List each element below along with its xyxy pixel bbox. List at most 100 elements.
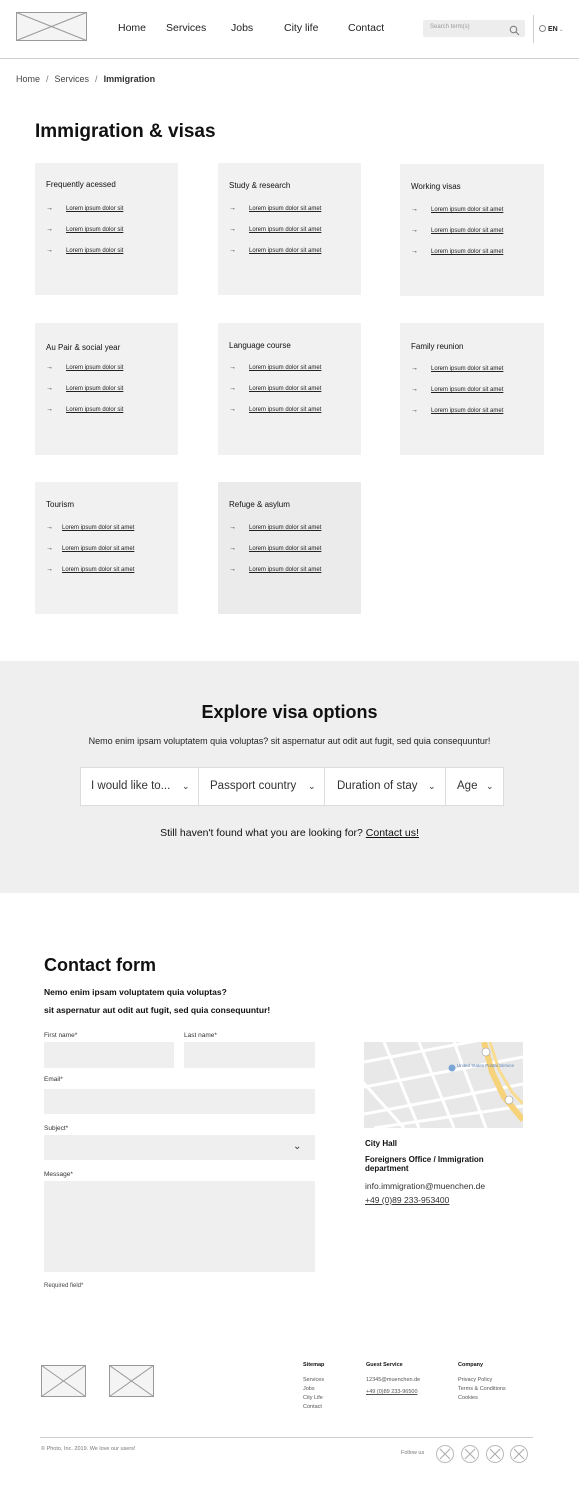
social-icon[interactable]	[461, 1445, 479, 1463]
card-family-reunion: Family reunion → Lorem ipsum dolor sit am…	[400, 323, 544, 455]
nav-contact[interactable]: Contact	[348, 22, 384, 34]
intent-select[interactable]: I would like to... ⌄	[81, 768, 199, 805]
chevron-down-icon: ⌄	[308, 781, 316, 791]
footer-guest-title: Guest Service	[366, 1362, 403, 1368]
card-link[interactable]: → Lorem ipsum dolor sit amet	[46, 524, 134, 531]
card-link[interactable]: → Lorem ipsum dolor sit amet	[411, 365, 503, 372]
footer-sitemap: Sitemap Services Jobs City Life Contact	[303, 1362, 324, 1412]
footer-link[interactable]: Privacy Policy	[458, 1376, 506, 1385]
nav-home[interactable]: Home	[118, 22, 146, 34]
card-link[interactable]: → Lorem ipsum dolor sit amet	[229, 545, 321, 552]
card-link[interactable]: → Lorem ipsum dolor sit amet	[46, 545, 134, 552]
follow-us-label: Follow us	[401, 1450, 425, 1456]
card-link[interactable]: → Lorem ipsum dolor sit amet	[229, 205, 321, 212]
not-found-text: Still haven't found what you are looking…	[160, 827, 419, 839]
card-link[interactable]: → Lorem ipsum dolor sit amet	[229, 524, 321, 531]
arrow-right-icon: →	[46, 385, 53, 392]
email-field[interactable]	[44, 1089, 315, 1114]
search-input[interactable]: Search term(s)	[423, 20, 525, 37]
footer-link[interactable]: Cookies	[458, 1394, 506, 1403]
footer-link[interactable]: City Life	[303, 1394, 324, 1403]
card-link[interactable]: → Lorem ipsum dolor sit amet	[229, 226, 321, 233]
arrow-right-icon: →	[46, 247, 53, 254]
arrow-right-icon: →	[411, 365, 418, 372]
language-switcher[interactable]: EN⌄	[539, 25, 564, 33]
card-link[interactable]: → Lorem ipsum dolor sit	[46, 406, 123, 413]
arrow-right-icon: →	[229, 247, 236, 254]
arrow-right-icon: →	[229, 545, 236, 552]
arrow-right-icon: →	[46, 545, 53, 552]
card-link[interactable]: → Lorem ipsum dolor sit	[46, 226, 123, 233]
arrow-right-icon: →	[46, 524, 53, 531]
card-title: Family reunion	[411, 342, 464, 351]
social-icon[interactable]	[436, 1445, 454, 1463]
arrow-right-icon: →	[411, 407, 418, 414]
contact-form-title: Contact form	[44, 955, 156, 975]
duration-select[interactable]: Duration of stay ⌄	[325, 768, 446, 805]
card-link[interactable]: → Lorem ipsum dolor sit amet	[229, 566, 321, 573]
card-link[interactable]: → Lorem ipsum dolor sit amet	[229, 385, 321, 392]
arrow-right-icon: →	[46, 566, 53, 573]
footer-link[interactable]: Terms & Conditions	[458, 1385, 506, 1394]
nav-jobs[interactable]: Jobs	[231, 22, 253, 34]
card-title: Frequently acessed	[46, 180, 116, 189]
age-select[interactable]: Age ⌄	[446, 768, 503, 805]
footer-link[interactable]: Jobs	[303, 1385, 324, 1394]
footer-link[interactable]: Contact	[303, 1403, 324, 1412]
arrow-right-icon: →	[229, 406, 236, 413]
search-placeholder: Search term(s)	[430, 24, 470, 30]
social-icon[interactable]	[510, 1445, 528, 1463]
arrow-right-icon: →	[46, 205, 53, 212]
last-name-field[interactable]	[184, 1042, 315, 1068]
social-icon[interactable]	[486, 1445, 504, 1463]
address-phone[interactable]: +49 (0)89 233-953400	[365, 1195, 449, 1205]
chevron-down-icon: ⌄	[293, 1141, 302, 1152]
footer-divider	[40, 1437, 533, 1438]
nav-city-life[interactable]: City life	[284, 22, 318, 34]
card-link[interactable]: → Lorem ipsum dolor sit amet	[229, 406, 321, 413]
footer-guest-email[interactable]: 12345@muenchen.de	[366, 1376, 420, 1385]
card-link[interactable]: → Lorem ipsum dolor sit amet	[411, 407, 503, 414]
first-name-field[interactable]	[44, 1042, 174, 1068]
footer-partner-logo-placeholder[interactable]	[109, 1365, 154, 1397]
footer-guest-phone[interactable]: +49 (0)89 233-96500	[366, 1388, 420, 1397]
contact-us-link[interactable]: Contact us!	[366, 827, 419, 839]
address-office: Foreigners Office / Immigration departme…	[365, 1155, 484, 1173]
footer-link[interactable]: Services	[303, 1376, 324, 1385]
card-link[interactable]: → Lorem ipsum dolor sit	[46, 205, 123, 212]
subject-select[interactable]: ⌄	[44, 1135, 315, 1160]
card-link[interactable]: → Lorem ipsum dolor sit amet	[229, 247, 321, 254]
arrow-right-icon: →	[46, 406, 53, 413]
arrow-right-icon: →	[411, 248, 418, 255]
card-link[interactable]: → Lorem ipsum dolor sit amet	[411, 248, 503, 255]
message-textarea[interactable]	[44, 1181, 315, 1272]
card-title: Study & research	[229, 181, 291, 190]
arrow-right-icon: →	[46, 226, 53, 233]
footer-logo-placeholder[interactable]	[41, 1365, 86, 1397]
breadcrumb-home[interactable]: Home	[16, 74, 40, 84]
footer-guest-service: Guest Service 12345@muenchen.de +49 (0)8…	[366, 1362, 420, 1397]
card-link[interactable]: → Lorem ipsum dolor sit	[46, 364, 123, 371]
card-link[interactable]: → Lorem ipsum dolor sit amet	[411, 386, 503, 393]
card-link[interactable]: → Lorem ipsum dolor sit	[46, 385, 123, 392]
passport-country-select[interactable]: Passport country ⌄	[199, 768, 325, 805]
nav-services[interactable]: Services	[166, 22, 206, 34]
address-email[interactable]: info.immigration@muenchen.de	[365, 1181, 485, 1191]
location-map[interactable]: United States Postal Service	[364, 1042, 523, 1128]
breadcrumb-services[interactable]: Services	[55, 74, 90, 84]
card-title: Working visas	[411, 182, 461, 191]
explore-subtitle: Nemo enim ipsam voluptatem quia voluptas…	[88, 736, 491, 746]
arrow-right-icon: →	[46, 364, 53, 371]
contact-form-lead: sit aspernatur aut odit aut fugit, sed q…	[44, 1005, 271, 1015]
card-link[interactable]: → Lorem ipsum dolor sit amet	[46, 566, 134, 573]
card-link[interactable]: → Lorem ipsum dolor sit amet	[229, 364, 321, 371]
first-name-label: First name*	[44, 1032, 78, 1039]
logo-placeholder[interactable]	[16, 12, 87, 41]
header-border	[0, 58, 579, 59]
card-link[interactable]: → Lorem ipsum dolor sit amet	[411, 206, 503, 213]
card-study-research: Study & research → Lorem ipsum dolor sit …	[218, 163, 361, 295]
email-label: Email*	[44, 1076, 63, 1083]
search-icon[interactable]	[509, 23, 520, 36]
card-link[interactable]: → Lorem ipsum dolor sit amet	[411, 227, 503, 234]
card-link[interactable]: → Lorem ipsum dolor sit	[46, 247, 123, 254]
